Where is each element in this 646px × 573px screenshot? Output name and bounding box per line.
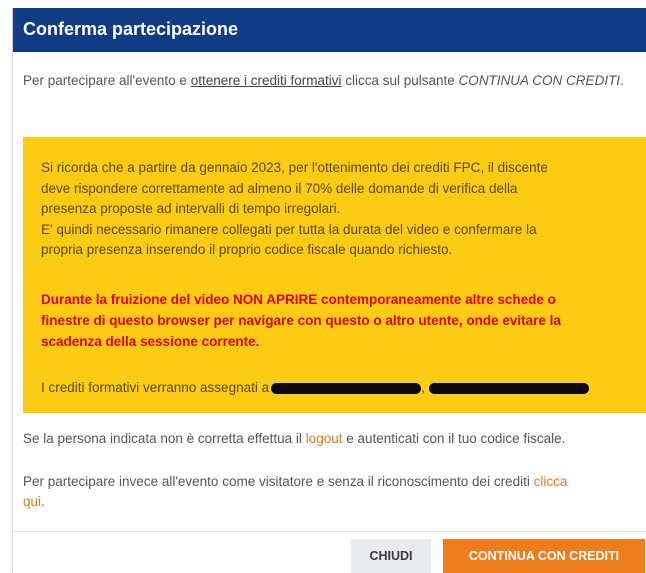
visitor-link-clicca[interactable]: clicca: [534, 474, 568, 489]
notice-line: presenza proposte ad intervalli di tempo…: [41, 201, 341, 216]
confirm-participation-dialog: Conferma partecipazione Per partecipare …: [12, 8, 646, 573]
notice-box: Si ricorda che a partire da gennaio 2023…: [23, 137, 646, 413]
logout-link[interactable]: logout: [306, 431, 343, 446]
wrong-person-text: Se la persona indicata non è corretta ef…: [23, 429, 643, 449]
visitor-link-qui[interactable]: qui: [23, 494, 41, 509]
visitor-text: Per partecipare invece all'evento come v…: [23, 472, 643, 512]
notice-line: deve rispondere correttamente ad almeno …: [41, 180, 518, 196]
visitor-text-end: .: [41, 494, 45, 509]
browser-top-strip: [0, 0, 646, 8]
notice-line: propria presenza inserendo il proprio co…: [41, 242, 453, 257]
warning-line: finestre di questo browser per navigare …: [41, 313, 561, 328]
notice-info: Si ricorda che a partire da gennaio 2023…: [41, 158, 641, 261]
footer-divider: [13, 531, 646, 532]
credits-prefix: I crediti formativi verranno assegnati a: [41, 380, 270, 395]
visitor-text-part: Per partecipare invece all'evento come v…: [23, 474, 534, 489]
warning-line: scadenza della sessione corrente.: [41, 334, 260, 349]
intro-part1: Per partecipare all'evento e: [23, 73, 191, 88]
credits-info-link[interactable]: ottenere i crediti formativi: [191, 73, 342, 88]
intro-part3: .: [620, 73, 624, 88]
close-button[interactable]: CHIUDI: [351, 539, 431, 573]
notice-line: Si ricorda che a partire da gennaio 2023…: [41, 160, 548, 175]
continue-with-credits-button[interactable]: CONTINUA CON CREDITI: [443, 539, 645, 573]
redacted-name: [271, 382, 422, 394]
notice-warning: Durante la fruizione del video NON APRIR…: [41, 289, 641, 352]
credits-separator: ,: [421, 380, 425, 395]
credits-assignee: I crediti formativi verranno assegnati a…: [41, 378, 641, 398]
redacted-fiscal-code: [428, 382, 589, 394]
wrong-person-part1: Se la persona indicata non è corretta ef…: [23, 431, 306, 446]
dialog-header: Conferma partecipazione: [13, 8, 646, 52]
warning-line: Durante la fruizione del video NON APRIR…: [41, 292, 556, 307]
dialog-title: Conferma partecipazione: [23, 19, 239, 39]
intro-text: Per partecipare all'evento e ottenere i …: [23, 71, 635, 90]
wrong-person-part2: e autenticati con il tuo codice fiscale.: [342, 431, 566, 446]
intro-button-reference: CONTINUA CON CREDITI: [458, 73, 621, 88]
notice-line: E' quindi necessario rimanere collegati …: [41, 221, 537, 237]
intro-part2: clicca sul pulsante: [341, 73, 459, 88]
